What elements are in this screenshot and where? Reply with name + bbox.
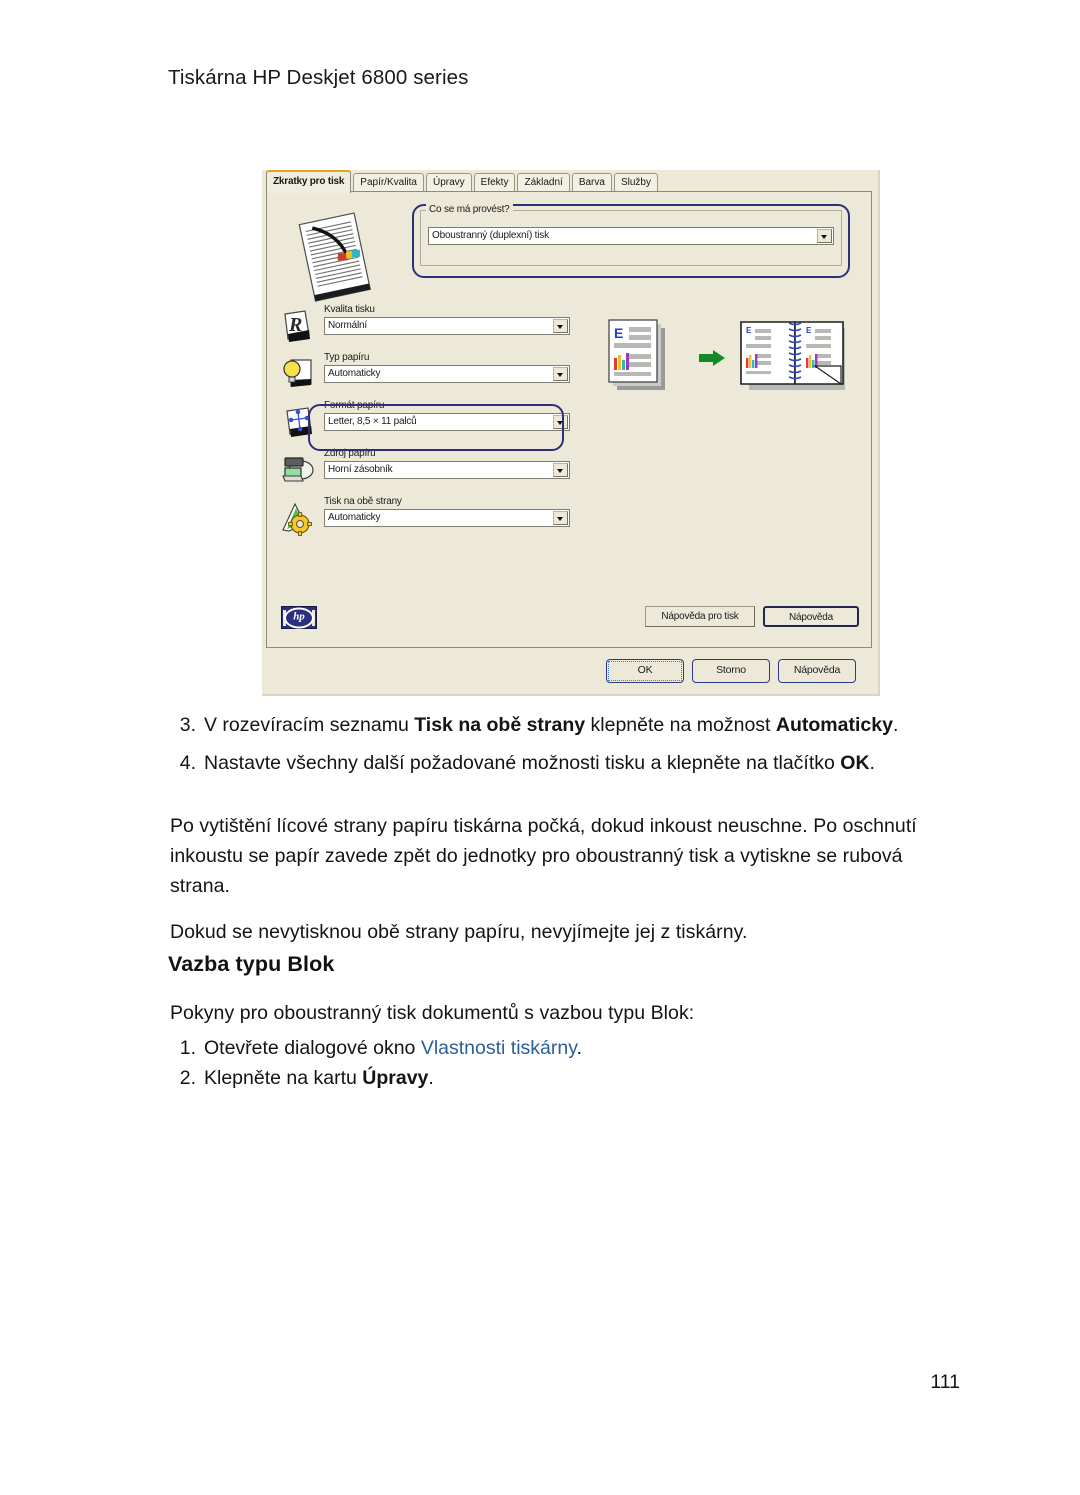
paragraph-drying: Po vytištění lícové strany papíru tiskár… — [170, 815, 917, 897]
step-4-bold1: OK — [840, 752, 870, 774]
two-sided-combobox[interactable]: Automaticky — [324, 509, 570, 527]
printer-properties-dialog: Zkratky pro tisk Papír/Kvalita Úpravy Ef… — [262, 170, 878, 694]
step-4-part2: . — [869, 752, 875, 774]
paragraph-block-intro: Pokyny pro oboustranný tisk dokumentů s … — [170, 1002, 695, 1024]
step-1-part1: Otevřete dialogové okno — [204, 1037, 421, 1059]
list-item-step-3: 3. V rozevíracím seznamu Tisk na obě str… — [170, 710, 930, 740]
paper-source-value: Horní zásobník — [328, 464, 393, 475]
print-quality-icon: R — [279, 308, 317, 344]
what-to-do-value: Oboustranný (duplexní) tisk — [432, 230, 549, 241]
chevron-down-icon[interactable] — [553, 367, 568, 381]
chevron-down-icon[interactable] — [553, 319, 568, 333]
print-quality-combobox[interactable]: Normální — [324, 317, 570, 335]
step-2-bold1: Úpravy — [362, 1067, 429, 1089]
print-quality-label: Kvalita tisku — [324, 304, 375, 315]
svg-text:R: R — [288, 314, 302, 336]
steps-list-lower: 1. Otevřete dialogové okno Vlastnosti ti… — [170, 1033, 930, 1093]
step-1-text: Otevřete dialogové okno Vlastnosti tiská… — [204, 1033, 930, 1063]
list-item-step-4: 4. Nastavte všechny další požadované mož… — [170, 748, 930, 778]
two-sided-icon — [279, 500, 317, 536]
print-help-button[interactable]: Nápověda pro tisk — [645, 606, 755, 627]
chevron-down-icon[interactable] — [553, 511, 568, 525]
paper-source-combobox[interactable]: Horní zásobník — [324, 461, 570, 479]
list-item-step-1: 1. Otevřete dialogové okno Vlastnosti ti… — [170, 1033, 930, 1063]
step-2-part2: . — [428, 1067, 434, 1089]
step-3-bold1: Tisk na obě strany — [414, 714, 586, 736]
tab-zkratky-pro-tisk[interactable]: Zkratky pro tisk — [266, 170, 352, 193]
step-1-number: 1. — [179, 1037, 196, 1059]
two-sided-value: Automaticky — [328, 512, 381, 523]
chevron-down-icon[interactable] — [553, 463, 568, 477]
hp-logo-text: hp — [284, 607, 314, 628]
tab-papir-kvalita[interactable]: Papír/Kvalita — [353, 173, 424, 192]
step-3-part3: . — [892, 714, 899, 736]
step-3-bold2: Automaticky — [775, 714, 893, 736]
printer-properties-link[interactable]: Vlastnosti tiskárny — [421, 1037, 577, 1059]
tab-zakladni[interactable]: Základní — [517, 173, 570, 192]
paper-type-value: Automaticky — [328, 368, 381, 379]
tab-efekty[interactable]: Efekty — [473, 173, 516, 192]
print-quality-value: Normální — [328, 320, 367, 331]
tab-barva[interactable]: Barva — [571, 173, 612, 192]
section-heading-block-binding: Vazba typu Blok — [168, 952, 335, 976]
steps-list-upper: 3. V rozevíracím seznamu Tisk na obě str… — [170, 710, 930, 778]
cancel-button[interactable]: Storno — [692, 659, 770, 683]
paper-type-combobox[interactable]: Automaticky — [324, 365, 570, 383]
svg-text:E: E — [806, 326, 812, 335]
panel-help-button[interactable]: Nápověda — [763, 606, 859, 627]
ok-button-label: OK — [637, 664, 653, 676]
step-3-number: 3. — [179, 714, 196, 736]
help-button[interactable]: Nápověda — [778, 659, 856, 683]
svg-text:E: E — [614, 325, 623, 341]
step-4-text: Nastavte všechny další požadované možnos… — [204, 748, 930, 778]
step-3-part2: klepněte na možnost — [585, 714, 776, 736]
document-illustration-icon — [289, 210, 381, 306]
list-item-step-2: 2. Klepněte na kartu Úpravy. — [170, 1063, 930, 1093]
tab-panel-zkratky-pro-tisk: Co se má provést? Oboustranný (duplexní)… — [266, 191, 872, 648]
paragraph-do-not-remove: Dokud se nevytisknou obě strany papíru, … — [170, 921, 748, 943]
step-4-part1: Nastavte všechny další požadované možnos… — [204, 752, 841, 774]
step-3-part1: V rozevíracím seznamu — [204, 714, 415, 736]
hp-logo: hp — [281, 606, 317, 629]
tab-upravy[interactable]: Úpravy — [425, 173, 472, 192]
chevron-down-icon[interactable] — [817, 229, 832, 243]
page-number: 111 — [930, 1371, 960, 1393]
two-sided-highlight — [308, 404, 564, 451]
cancel-button-label: Storno — [716, 664, 746, 676]
two-sided-label: Tisk na obě strany — [324, 496, 402, 507]
paper-type-icon — [279, 356, 317, 392]
step-1-part2: . — [576, 1037, 582, 1059]
action-groupbox-title: Co se má provést? — [426, 204, 513, 215]
tab-sluzby[interactable]: Služby — [613, 173, 658, 192]
step-4-number: 4. — [179, 752, 196, 774]
step-2-part1: Klepněte na kartu — [204, 1067, 363, 1089]
duplex-preview-illustration: E E E — [603, 314, 853, 404]
ok-button[interactable]: OK — [606, 659, 684, 683]
step-2-number: 2. — [179, 1067, 196, 1089]
paper-source-icon — [279, 452, 317, 488]
dialog-tab-strip: Zkratky pro tisk Papír/Kvalita Úpravy Ef… — [262, 170, 878, 193]
paper-type-label: Typ papíru — [324, 352, 370, 363]
page-header: Tiskárna HP Deskjet 6800 series — [168, 66, 469, 89]
step-3-text: V rozevíracím seznamu Tisk na obě strany… — [204, 710, 930, 740]
what-to-do-combobox[interactable]: Oboustranný (duplexní) tisk — [428, 227, 834, 245]
svg-text:E: E — [746, 326, 752, 335]
help-button-label: Nápověda — [793, 664, 841, 676]
step-2-text: Klepněte na kartu Úpravy. — [204, 1063, 930, 1093]
